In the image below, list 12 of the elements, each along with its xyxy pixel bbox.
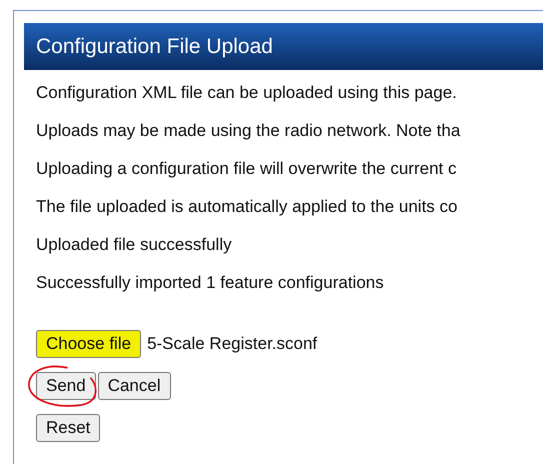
message-text: Configuration XML file can be uploaded using this page. [36, 82, 458, 104]
form-button[interactable]: Cancel [98, 372, 171, 400]
file-name: 5-Scale Register.sconf [147, 334, 318, 354]
form-button[interactable]: Reset [36, 414, 100, 442]
message-text: The file uploaded is automatically applied to the units co [36, 196, 458, 218]
message-text: Successfully imported 1 feature configurations [36, 272, 385, 294]
panel-title: Configuration File Upload [36, 34, 273, 58]
message-text: Uploading a configuration file will overwrite the current c [36, 158, 458, 180]
message-text: Uploads may be made using the radio network. Note tha [36, 120, 462, 142]
message-text: Uploaded file successfully [36, 234, 233, 256]
choose-file-button[interactable]: Choose file [36, 330, 142, 358]
form-button[interactable]: Send [36, 372, 96, 400]
